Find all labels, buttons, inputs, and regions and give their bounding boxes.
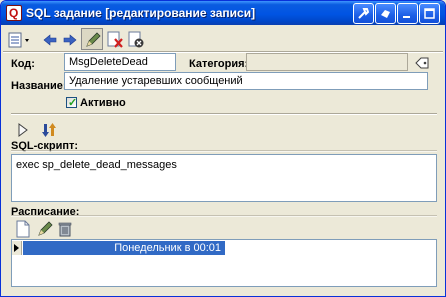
back-button[interactable] — [38, 28, 60, 50]
sql-job-window: Q SQL задание [редактирование записи] Ко… — [0, 0, 446, 297]
edit-button[interactable] — [81, 28, 103, 50]
checkmark-icon: ✓ — [68, 97, 78, 109]
category-field[interactable] — [246, 53, 408, 71]
forward-arrow-icon — [63, 34, 77, 46]
app-icon-letter: Q — [9, 6, 19, 20]
forward-button[interactable] — [58, 28, 80, 50]
minimize-icon — [403, 16, 410, 18]
help-icon — [381, 10, 390, 18]
name-label: Название: — [11, 80, 67, 92]
active-checkbox[interactable]: ✓ — [66, 97, 78, 109]
close-doc-icon — [128, 31, 144, 48]
window-title: SQL задание [редактирование записи] — [26, 6, 256, 20]
name-field[interactable]: Удаление устаревших сообщений — [64, 72, 428, 90]
code-label: Код: — [11, 58, 35, 70]
delete-schedule-button[interactable] — [53, 217, 75, 239]
category-label: Категория: — [189, 58, 249, 70]
delete-doc-icon — [107, 31, 123, 48]
run-button[interactable] — [11, 118, 33, 140]
records-menu-button[interactable] — [5, 28, 35, 50]
app-icon: Q — [6, 5, 22, 21]
current-row-icon — [14, 244, 19, 252]
row-indicator — [12, 241, 22, 255]
section-divider — [11, 113, 437, 115]
help-button[interactable] — [375, 3, 396, 24]
toolbar — [3, 26, 443, 52]
maximize-icon — [424, 8, 435, 19]
active-label: Активно — [80, 97, 126, 109]
table-row[interactable]: Понедельник в 00:01 — [23, 241, 225, 255]
import-button[interactable] — [37, 118, 59, 140]
new-doc-icon — [16, 220, 30, 238]
close-record-button[interactable] — [124, 28, 146, 50]
trash-icon — [58, 222, 72, 237]
edit-pen-icon — [38, 221, 53, 236]
tag-icon — [415, 57, 429, 69]
delete-button[interactable] — [103, 28, 125, 50]
back-arrow-icon — [43, 34, 57, 46]
edit-schedule-button[interactable] — [33, 217, 55, 239]
maximize-button[interactable] — [419, 3, 440, 24]
run-icon — [18, 123, 28, 137]
edit-pen-icon — [86, 32, 101, 47]
sql-divider — [11, 150, 437, 152]
category-select-button[interactable] — [411, 52, 431, 72]
tools-icon — [358, 8, 370, 19]
import-icon — [42, 123, 56, 137]
title-bar[interactable]: Q SQL задание [редактирование записи] — [1, 1, 445, 25]
records-menu-icon — [8, 32, 29, 48]
minimize-button[interactable] — [397, 3, 418, 24]
sql-script-editor[interactable]: exec sp_delete_dead_messages — [11, 154, 437, 202]
tools-button[interactable] — [353, 3, 374, 24]
code-field[interactable]: MsgDeleteDead — [64, 53, 176, 71]
schedule-grid[interactable]: Понедельник в 00:01 — [11, 239, 437, 287]
add-schedule-button[interactable] — [11, 217, 33, 239]
